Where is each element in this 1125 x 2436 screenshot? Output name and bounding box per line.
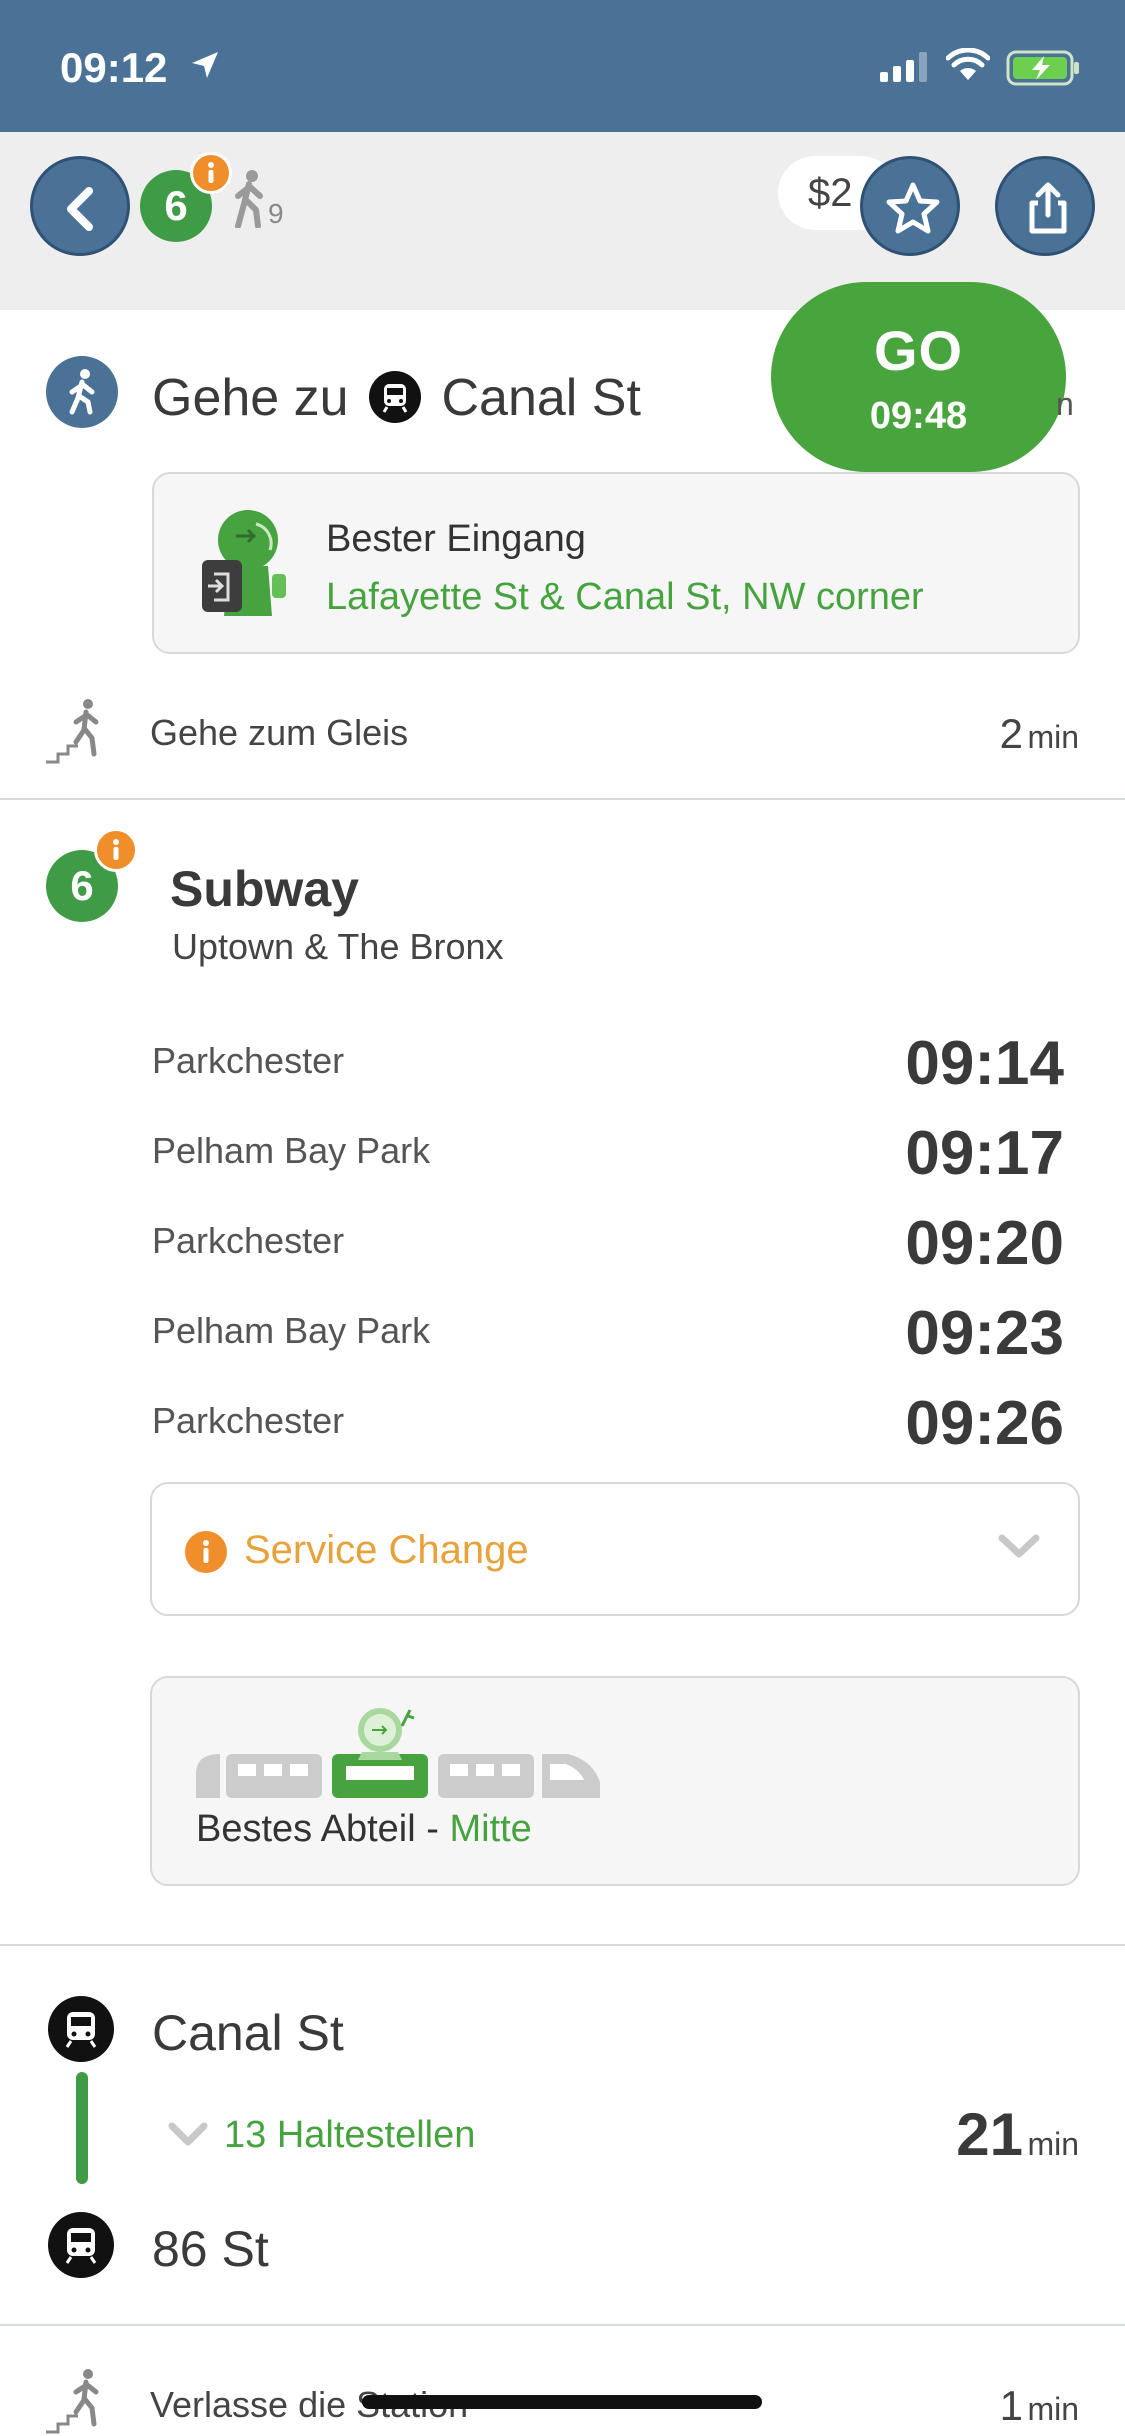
departure-time: 09:26 <box>905 1389 1064 1458</box>
subway-train-icon <box>48 1996 114 2062</box>
walk-prefix: Gehe zu <box>152 369 349 427</box>
departure-time: 09:14 <box>905 1029 1064 1098</box>
home-indicator[interactable] <box>362 2395 762 2409</box>
best-car-value: Mitte <box>449 1808 532 1850</box>
battery-charging-icon <box>1006 50 1082 91</box>
platform-step: Gehe zum Gleis 2 min <box>0 690 1125 800</box>
status-time: 09:12 <box>60 44 168 91</box>
departure-destination: Pelham Bay Park <box>152 1130 431 1171</box>
walk-station: Canal St <box>441 369 641 427</box>
walking-person-icon <box>46 356 118 428</box>
stops-count-toggle[interactable]: 13 Haltestellen <box>224 2114 475 2157</box>
ride-minutes: 21 <box>956 2101 1023 2168</box>
subway-train-icon <box>369 371 422 423</box>
best-car-card: Bestes Abteil - Mitte <box>150 1676 1080 1886</box>
chevron-left-icon <box>67 187 93 231</box>
alert-info-icon[interactable] <box>94 828 138 872</box>
line-title: Subway <box>170 861 359 917</box>
platform-step-label: Gehe zum Gleis <box>150 712 409 753</box>
arrival-time: 09:48 <box>869 395 968 437</box>
departure-row[interactable]: Parkchester 09:20 <box>152 1198 1064 1288</box>
boarding-stop: Canal St <box>152 2005 344 2061</box>
departure-row[interactable]: Pelham Bay Park 09:17 <box>152 1108 1064 1198</box>
wifi-icon <box>945 47 991 87</box>
line-direction: Uptown & The Bronx <box>172 926 504 967</box>
best-entrance-card[interactable]: Bester Eingang Lafayette St & Canal St, … <box>152 472 1080 654</box>
entrance-label: Bester Eingang <box>326 518 586 560</box>
best-car-label: Bestes Abteil - <box>196 1808 450 1850</box>
platform-unit: min <box>1027 719 1079 755</box>
chevron-down-icon <box>998 1532 1040 1565</box>
subway-train-icon <box>48 2212 114 2278</box>
alighting-stop: 86 St <box>152 2221 269 2277</box>
location-arrow-icon <box>190 50 220 85</box>
departure-row[interactable]: Parkchester 09:26 <box>152 1378 1064 1468</box>
departures-list: Parkchester 09:14 Pelham Bay Park 09:17 … <box>152 1018 1064 1468</box>
signal-icon <box>880 52 932 87</box>
ride-unit: min <box>1027 2126 1079 2162</box>
walking-person-icon <box>232 170 268 233</box>
walk-minutes-peek: n <box>1056 386 1074 422</box>
service-change-label: Service Change <box>244 1528 529 1572</box>
departure-destination: Parkchester <box>152 1220 345 1261</box>
section-divider <box>0 1944 1125 1946</box>
go-label: GO <box>873 319 964 382</box>
departure-row[interactable]: Parkchester 09:14 <box>152 1018 1064 1108</box>
exit-minutes: 1 <box>999 2382 1023 2429</box>
share-button[interactable] <box>995 156 1095 256</box>
service-change-dropdown[interactable]: Service Change <box>150 1482 1080 1616</box>
ride-duration: 21 min <box>956 2100 1079 2169</box>
departure-time: 09:20 <box>905 1209 1064 1278</box>
share-icon <box>1029 182 1067 234</box>
walk-step-title: Gehe zu Canal St <box>152 368 641 428</box>
train-cars-illustration-icon <box>196 1708 616 1803</box>
platform-minutes: 2 <box>999 710 1023 757</box>
exit-step-duration: 1 min <box>1000 2382 1079 2430</box>
departure-time: 09:23 <box>905 1299 1064 1368</box>
star-icon <box>886 182 940 234</box>
status-bar: 09:12 <box>0 0 1125 132</box>
stairs-walk-icon <box>44 698 108 771</box>
back-button[interactable] <box>30 156 130 256</box>
entrance-illustration-icon <box>198 504 294 621</box>
entrance-value: Lafayette St & Canal St, NW corner <box>326 576 924 618</box>
exit-unit: min <box>1027 2391 1079 2427</box>
departure-time: 09:17 <box>905 1119 1064 1188</box>
departure-destination: Parkchester <box>152 1400 345 1441</box>
departure-destination: Parkchester <box>152 1040 345 1081</box>
alert-info-icon <box>190 152 232 194</box>
platform-step-duration: 2 min <box>1000 710 1079 758</box>
departure-row[interactable]: Pelham Bay Park 09:23 <box>152 1288 1064 1378</box>
favorite-button[interactable] <box>860 156 960 256</box>
departure-destination: Pelham Bay Park <box>152 1310 431 1351</box>
walk-minutes: 9 <box>268 198 284 229</box>
alert-info-icon <box>184 1530 228 1579</box>
ride-line <box>76 2072 88 2184</box>
stairs-walk-icon <box>44 2368 108 2436</box>
best-car-text: Bestes Abteil - Mitte <box>196 1808 532 1851</box>
chevron-down-icon[interactable] <box>166 2114 210 2159</box>
go-button[interactable]: GO 09:48 <box>771 282 1066 472</box>
exit-step: Verlasse die Station 1 min <box>0 2326 1125 2436</box>
